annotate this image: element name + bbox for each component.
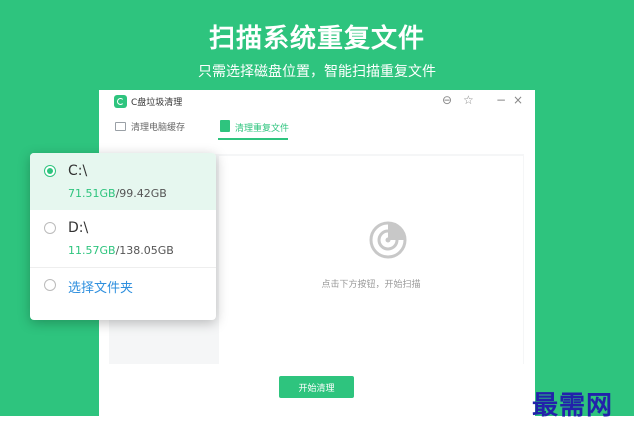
document-icon xyxy=(220,120,230,132)
drive-picker-dropdown: C:\ 71.51GB/99.42GB D:\ 11.57GB/138.05GB… xyxy=(30,153,216,320)
close-button[interactable]: × xyxy=(513,93,523,107)
drive-usage: 11.57GB/138.05GB xyxy=(68,244,174,257)
drive-total: 138.05GB xyxy=(119,244,174,257)
start-clean-button[interactable]: 开始清理 xyxy=(279,376,354,398)
radio-selected-icon xyxy=(44,165,56,177)
tab-label: 清理电脑缓存 xyxy=(131,123,186,133)
watermark-logo: 最需网 xyxy=(532,391,614,421)
scan-hint: 点击下方按钮，开始扫描 xyxy=(321,280,421,290)
app-logo-icon xyxy=(114,95,127,108)
radio-icon xyxy=(44,222,56,234)
divider xyxy=(30,267,216,268)
app-title: C盘垃圾清理 xyxy=(131,98,183,108)
active-tab-indicator xyxy=(218,138,288,140)
tab-clean-duplicates[interactable]: 清理重复文件 xyxy=(220,120,289,134)
drive-name: D:\ xyxy=(68,220,89,236)
pin-icon[interactable]: ☆ xyxy=(463,93,474,107)
title-bar: C盘垃圾清理 ⊖ ☆ − × xyxy=(99,90,535,114)
drive-name: C:\ xyxy=(68,163,88,179)
drive-used: 11.57GB xyxy=(68,244,116,257)
choose-folder-label: 选择文件夹 xyxy=(68,281,134,296)
radar-scan-icon xyxy=(369,221,407,259)
banner-subline: 只需选择磁盘位置，智能扫描重复文件 xyxy=(198,64,436,80)
drive-total: 99.42GB xyxy=(119,187,167,200)
settings-icon[interactable]: ⊖ xyxy=(442,93,452,107)
tab-bar: 清理电脑缓存 清理重复文件 xyxy=(99,116,535,140)
drive-option-c[interactable]: C:\ 71.51GB/99.42GB xyxy=(30,153,216,210)
tab-label: 清理重复文件 xyxy=(235,124,290,134)
banner-headline: 扫描系统重复文件 xyxy=(208,24,425,54)
choose-folder-option[interactable]: 选择文件夹 xyxy=(30,269,216,309)
minimize-button[interactable]: − xyxy=(496,93,506,107)
drive-option-d[interactable]: D:\ 11.57GB/138.05GB xyxy=(30,210,216,267)
drive-used: 71.51GB xyxy=(68,187,116,200)
drive-usage: 71.51GB/99.42GB xyxy=(68,187,167,200)
tab-clean-cache[interactable]: 清理电脑缓存 xyxy=(115,120,185,133)
radio-icon xyxy=(44,279,56,291)
monitor-icon xyxy=(115,122,126,131)
scan-panel: 点击下方按钮，开始扫描 xyxy=(219,156,523,364)
